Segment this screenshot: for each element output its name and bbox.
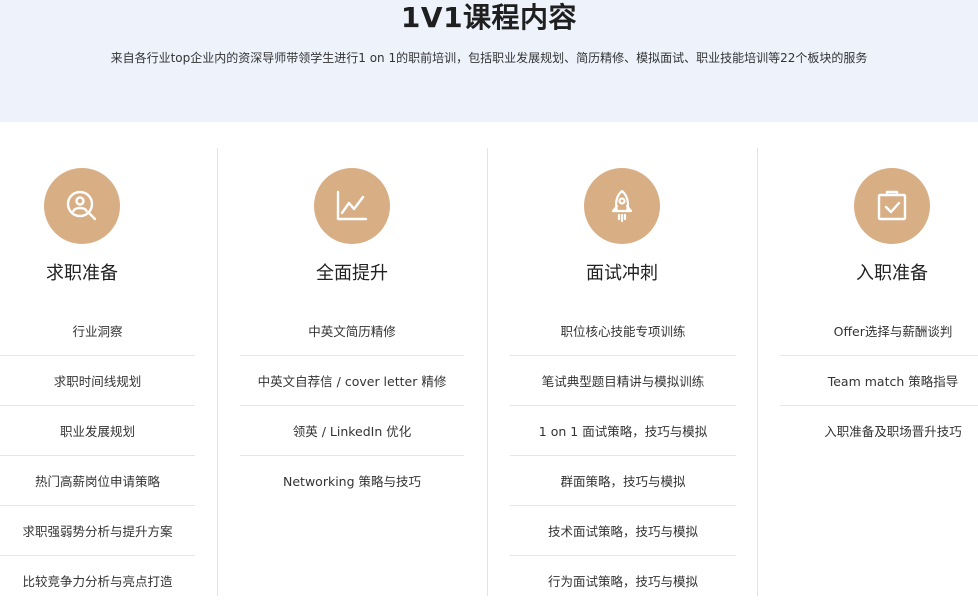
list-item: 求职时间线规划 xyxy=(0,356,195,406)
list-item: Team match 策略指导 xyxy=(780,356,978,406)
list-item: 技术面试策略，技巧与模拟 xyxy=(510,506,736,556)
list-item: 热门高薪岗位申请策略 xyxy=(0,456,195,506)
column-title: 求职准备 xyxy=(46,263,118,284)
column-job-prep: 求职准备 行业洞察 求职时间线规划 职业发展规划 热门高薪岗位申请策略 求职强弱… xyxy=(0,148,217,596)
column-title: 全面提升 xyxy=(316,263,388,284)
list-item: 求职强弱势分析与提升方案 xyxy=(0,506,195,556)
list-item: 行业洞察 xyxy=(0,306,195,356)
rocket-icon xyxy=(584,168,660,244)
list-item: Networking 策略与技巧 xyxy=(283,474,421,489)
column-interview: 面试冲刺 职位核心技能专项训练 笔试典型题目精讲与模拟训练 1 on 1 面试策… xyxy=(488,148,758,596)
column-title: 入职准备 xyxy=(856,263,928,284)
list-item: 中英文自荐信 / cover letter 精修 xyxy=(240,356,464,406)
list-item: 中英文简历精修 xyxy=(240,306,464,356)
page-subtitle: 来自各行业top企业内的资深导师带领学生进行1 on 1的职前培训，包括职业发展… xyxy=(110,51,868,65)
list-item: 群面策略，技巧与模拟 xyxy=(510,456,736,506)
column-title: 面试冲刺 xyxy=(586,263,658,284)
clipboard-check-icon xyxy=(854,168,930,244)
hero-banner: 1V1课程内容 来自各行业top企业内的资深导师带领学生进行1 on 1的职前培… xyxy=(0,0,978,122)
list-item: Offer选择与薪酬谈判 xyxy=(780,306,978,356)
list-item: 1 on 1 面试策略，技巧与模拟 xyxy=(510,406,736,456)
list-item: 入职准备及职场晋升技巧 xyxy=(824,424,962,439)
list-item: 行为面试策略，技巧与模拟 xyxy=(547,574,698,589)
search-person-icon xyxy=(44,168,120,244)
list-item: 领英 / LinkedIn 优化 xyxy=(240,406,464,456)
list-item: 比较竞争力分析与亮点打造 xyxy=(22,574,173,589)
list-item: 笔试典型题目精讲与模拟训练 xyxy=(510,356,736,406)
line-chart-icon xyxy=(314,168,390,244)
list-item: 职业发展规划 xyxy=(0,406,195,456)
page-title: 1V1课程内容 xyxy=(400,1,578,34)
column-onboarding: 入职准备 Offer选择与薪酬谈判 Team match 策略指导 入职准备及职… xyxy=(758,148,978,596)
column-improve: 全面提升 中英文简历精修 中英文自荐信 / cover letter 精修 领英… xyxy=(218,148,488,596)
list-item: 职位核心技能专项训练 xyxy=(510,306,736,356)
